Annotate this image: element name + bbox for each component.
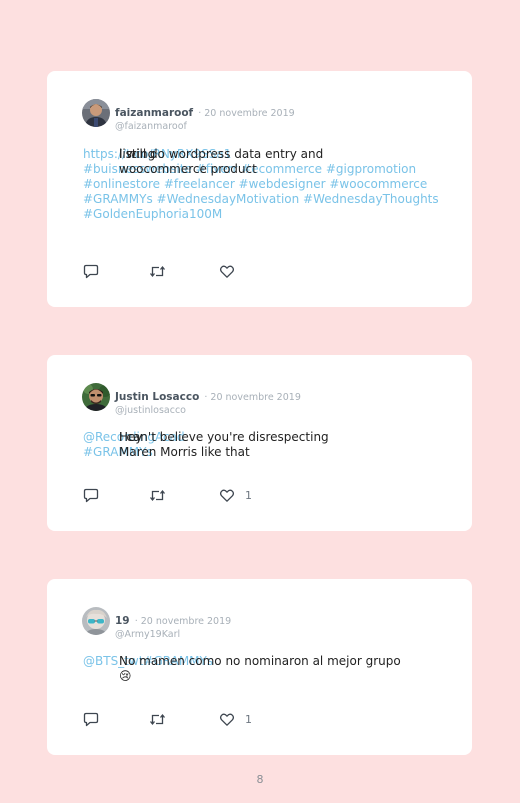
author-name[interactable]: faizanmaroof [115,107,193,119]
retweet-button[interactable] [149,487,166,503]
tweet-text-segment: I can't believe you're disrespecting [119,430,329,444]
retweet-icon [149,265,166,277]
avatar[interactable] [82,607,110,635]
reply-button[interactable] [83,263,99,279]
tweet-text-line: #onlinestore #freelancer #webdesigner #w… [83,177,442,192]
author-handle[interactable]: @faizanmaroof [115,121,295,132]
retweet-icon [149,713,166,725]
like-icon [219,489,235,502]
like-button[interactable] [219,263,245,279]
author-name[interactable]: Justin Losacco [115,391,199,403]
avatar[interactable] [82,99,110,127]
tweet-date: · 20 novembre 2019 [204,392,301,403]
tweet-text-line: listing https://t.co/RNyRX9SSa1 [83,147,442,162]
tweet-card: 19 · 20 novembre 2019 @Army19Karl No mam… [47,579,472,755]
tweet-text-line: Maren Morris like that #GRAMMYs [83,445,442,460]
like-button[interactable]: 1 [219,711,252,727]
tweet-card: faizanmaroof · 20 novembre 2019 @faizanm… [47,71,472,307]
tweet-text: I will do wordpress data entry and wooco… [83,147,442,222]
like-icon [219,713,235,726]
tweet-header: 19 · 20 novembre 2019 @Army19Karl [115,609,231,640]
tweet-text: No mamen como no nominaron al mejor grup… [83,654,442,683]
like-count: 1 [245,488,252,502]
reply-button[interactable] [83,711,99,727]
author-name[interactable]: 19 [115,615,130,627]
tweet-text-line: #GoldenEuphoria100M [83,207,442,222]
tweet-hashtag[interactable]: #GoldenEuphoria100M [83,207,222,221]
page-number: 8 [256,773,264,786]
reply-icon [83,712,99,726]
retweet-button[interactable] [149,711,166,727]
avatar[interactable] [82,383,110,411]
retweet-icon [149,489,166,501]
tweet-hashtag[interactable]: #onlinestore #freelancer #webdesigner #w… [83,177,427,191]
like-count: 1 [245,712,252,726]
author-handle[interactable]: @justinlosacco [115,405,301,416]
tweet-card: Justin Losacco · 20 novembre 2019 @justi… [47,355,472,531]
retweet-button[interactable] [149,263,166,279]
reply-icon [83,488,99,502]
tweet-date: · 20 novembre 2019 [134,616,232,627]
tweet-header: faizanmaroof · 20 novembre 2019 @faizanm… [115,101,295,132]
like-button[interactable]: 1 [219,487,252,503]
tweet-text-segment: No mamen como no nominaron al mejor grup… [119,654,401,683]
like-icon [219,265,235,278]
tweet-text: Hey @RecordingAcad I can't believe you'r… [83,430,442,460]
author-handle[interactable]: @Army19Karl [115,629,231,640]
reply-icon [83,264,99,278]
tweet-header: Justin Losacco · 20 novembre 2019 @justi… [115,385,301,416]
tweet-text-line: Hey @RecordingAcad I can't believe you'r… [83,430,442,445]
reply-button[interactable] [83,487,99,503]
tweet-text-segment: Maren Morris like that [119,445,250,459]
tweet-text-line: #GRAMMYs #WednesdayMotivation #Wednesday… [83,192,442,207]
tweet-hashtag[interactable]: #GRAMMYs #WednesdayMotivation #Wednesday… [83,192,439,206]
tweet-date: · 20 novembre 2019 [198,108,295,119]
tweet-text-segment: listing [119,147,156,161]
